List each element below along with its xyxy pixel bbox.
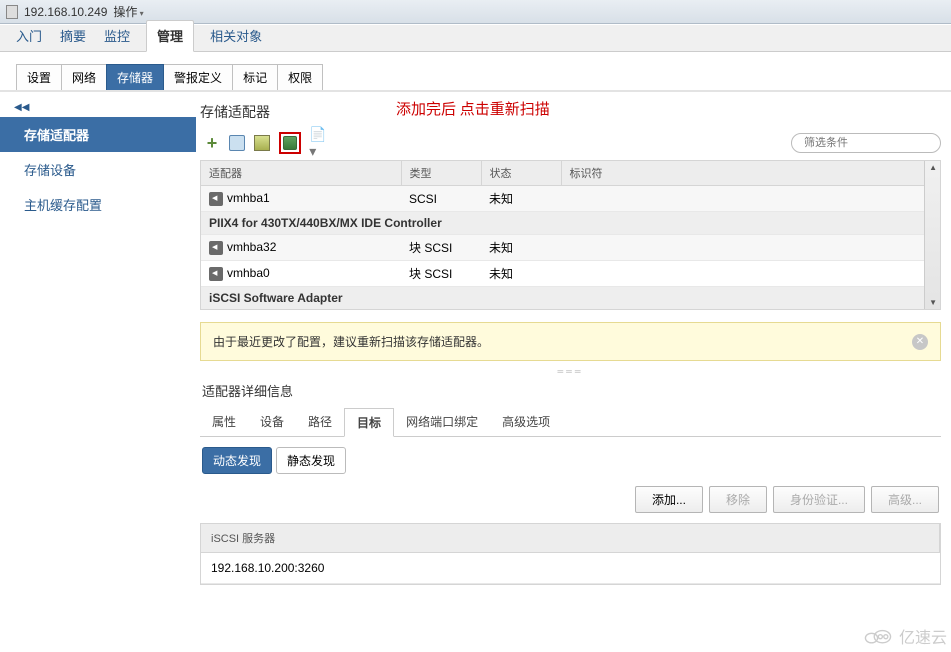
tool-icons: + 📄▾ bbox=[200, 132, 326, 154]
cell-status: 未知 bbox=[481, 261, 561, 287]
host-icon bbox=[6, 5, 18, 19]
adapter-icon bbox=[209, 241, 223, 255]
disc-dynamic[interactable]: 动态发现 bbox=[202, 447, 272, 474]
subtab-network[interactable]: 网络 bbox=[61, 64, 107, 90]
panel-title: 存储适配器 bbox=[200, 100, 941, 128]
refresh-icon[interactable] bbox=[229, 135, 245, 151]
actions-menu[interactable]: 操作 bbox=[113, 3, 143, 20]
adapter-icon bbox=[209, 192, 223, 206]
add-icon[interactable]: + bbox=[204, 135, 220, 151]
discovery-tabs: 动态发现 静态发现 bbox=[200, 437, 941, 484]
subtab-tags[interactable]: 标记 bbox=[232, 64, 278, 90]
nav-getting-started[interactable]: 入门 bbox=[14, 20, 44, 51]
scroll-up-icon[interactable]: ▲ bbox=[929, 163, 937, 172]
subtab-settings[interactable]: 设置 bbox=[16, 64, 62, 90]
search-box[interactable]: ▼ bbox=[791, 133, 941, 153]
rescan-icon bbox=[283, 136, 297, 150]
main-split: ◀◀ 存储适配器 存储设备 主机缓存配置 存储适配器 添加完后 点击重新扫描 +… bbox=[0, 92, 951, 640]
adapter-icon bbox=[209, 267, 223, 281]
group-label: iSCSI Software Adapter bbox=[201, 287, 925, 310]
content-area: 设置 网络 存储器 警报定义 标记 权限 ◀◀ 存储适配器 存储设备 主机缓存配… bbox=[0, 52, 951, 652]
sidebar-collapse-icon[interactable]: ◀◀ bbox=[0, 98, 196, 117]
col-type[interactable]: 类型 bbox=[401, 161, 481, 186]
cell-kind: 块 SCSI bbox=[401, 261, 481, 287]
table-row[interactable]: vmhba1 SCSI 未知 bbox=[201, 186, 925, 212]
top-nav: 入门 摘要 监控 管理 相关对象 bbox=[0, 24, 951, 52]
dtab-targets[interactable]: 目标 bbox=[344, 408, 394, 437]
sidebar-item-hostcache[interactable]: 主机缓存配置 bbox=[0, 187, 196, 222]
dtab-devices[interactable]: 设备 bbox=[248, 408, 296, 436]
group-label: PIIX4 for 430TX/440BX/MX IDE Controller bbox=[201, 212, 925, 235]
annotation-text: 添加完后 点击重新扫描 bbox=[396, 98, 550, 119]
subtab-storage[interactable]: 存储器 bbox=[106, 64, 164, 90]
sidebar-item-devices[interactable]: 存储设备 bbox=[0, 152, 196, 187]
cell-kind: 块 SCSI bbox=[401, 235, 481, 261]
dtab-portbind[interactable]: 网络端口绑定 bbox=[394, 408, 490, 436]
server-value: 192.168.10.200:3260 bbox=[201, 553, 940, 584]
add-button[interactable]: 添加... bbox=[635, 486, 703, 513]
warning-bar: 由于最近更改了配置，建议重新扫描该存储适配器。 ✕ bbox=[200, 322, 941, 361]
nav-manage[interactable]: 管理 bbox=[146, 20, 194, 52]
watermark-text: 亿速云 bbox=[899, 624, 947, 648]
table-group-row: iSCSI Software Adapter bbox=[201, 287, 925, 310]
table-row[interactable]: 192.168.10.200:3260 bbox=[201, 553, 940, 584]
col-adapter[interactable]: 适配器 bbox=[201, 161, 401, 186]
watermark: 亿速云 bbox=[862, 624, 947, 648]
action-buttons: 添加... 移除 身份验证... 高级... bbox=[200, 484, 941, 515]
cell-kind: SCSI bbox=[401, 186, 481, 212]
split-handle[interactable]: ═══ bbox=[200, 367, 941, 377]
host-ip: 192.168.10.249 bbox=[24, 5, 107, 19]
server-header[interactable]: iSCSI 服务器 bbox=[201, 524, 940, 553]
cell-name: vmhba1 bbox=[227, 191, 270, 205]
search-input[interactable] bbox=[800, 136, 950, 150]
subtab-perm[interactable]: 权限 bbox=[277, 64, 323, 90]
cell-name: vmhba0 bbox=[227, 266, 270, 280]
table-row[interactable]: vmhba32 块 SCSI 未知 bbox=[201, 235, 925, 261]
table-row[interactable]: vmhba0 块 SCSI 未知 bbox=[201, 261, 925, 287]
rescan-button[interactable] bbox=[279, 132, 301, 154]
disc-static[interactable]: 静态发现 bbox=[276, 447, 346, 474]
toolbar: + 📄▾ ▼ bbox=[200, 132, 941, 154]
dtab-properties[interactable]: 属性 bbox=[200, 408, 248, 436]
dtab-paths[interactable]: 路径 bbox=[296, 408, 344, 436]
scroll-down-icon[interactable]: ▼ bbox=[929, 298, 937, 307]
auth-button[interactable]: 身份验证... bbox=[773, 486, 865, 513]
detail-tabs: 属性 设备 路径 目标 网络端口绑定 高级选项 bbox=[200, 408, 941, 437]
nav-summary[interactable]: 摘要 bbox=[58, 20, 88, 51]
nav-monitor[interactable]: 监控 bbox=[102, 20, 132, 51]
cell-status: 未知 bbox=[481, 186, 561, 212]
sidebar-item-adapters[interactable]: 存储适配器 bbox=[0, 117, 196, 152]
cloud-icon bbox=[862, 626, 896, 646]
adapter-table: ▲ ▼ 适配器 类型 状态 标识符 vmhba1 SCSI 未知 bbox=[200, 160, 941, 310]
dtab-advanced[interactable]: 高级选项 bbox=[490, 408, 562, 436]
detail-title: 适配器详细信息 bbox=[200, 377, 941, 408]
main-panel: 存储适配器 添加完后 点击重新扫描 + 📄▾ ▼ bbox=[196, 92, 951, 640]
remove-button[interactable]: 移除 bbox=[709, 486, 767, 513]
col-identifier[interactable]: 标识符 bbox=[561, 161, 925, 186]
cell-name: vmhba32 bbox=[227, 240, 276, 254]
col-status[interactable]: 状态 bbox=[481, 161, 561, 186]
close-icon[interactable]: ✕ bbox=[912, 334, 928, 350]
warning-text: 由于最近更改了配置，建议重新扫描该存储适配器。 bbox=[213, 333, 912, 350]
sidebar: ◀◀ 存储适配器 存储设备 主机缓存配置 bbox=[0, 92, 196, 640]
sub-tabs: 设置 网络 存储器 警报定义 标记 权限 bbox=[0, 64, 951, 92]
clipboard-icon[interactable]: 📄▾ bbox=[310, 135, 326, 151]
card-icon[interactable] bbox=[254, 135, 270, 151]
server-table: iSCSI 服务器 192.168.10.200:3260 bbox=[200, 523, 941, 585]
table-group-row: PIIX4 for 430TX/440BX/MX IDE Controller bbox=[201, 212, 925, 235]
advanced-button[interactable]: 高级... bbox=[871, 486, 939, 513]
title-bar: 192.168.10.249 操作 bbox=[0, 0, 951, 24]
nav-related[interactable]: 相关对象 bbox=[208, 20, 264, 51]
subtab-alarm[interactable]: 警报定义 bbox=[163, 64, 233, 90]
cell-status: 未知 bbox=[481, 235, 561, 261]
